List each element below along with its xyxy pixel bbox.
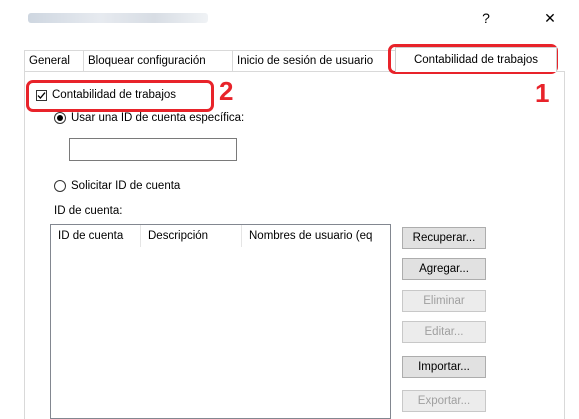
column-header-description[interactable]: Descripción xyxy=(141,225,242,247)
job-accounting-checkbox[interactable] xyxy=(36,89,47,101)
import-button[interactable]: Importar... xyxy=(402,356,486,378)
prompt-id-label: Solicitar ID de cuenta xyxy=(71,180,181,192)
prompt-id-radio[interactable] xyxy=(54,180,66,192)
close-button[interactable]: ✕ xyxy=(530,3,570,33)
job-accounting-checkbox-label: Contabilidad de trabajos xyxy=(52,89,177,101)
column-header-user-names[interactable]: Nombres de usuario (eq xyxy=(242,225,390,247)
help-button[interactable]: ? xyxy=(466,3,506,33)
account-id-input[interactable] xyxy=(69,138,237,161)
delete-button[interactable]: Eliminar xyxy=(402,290,486,312)
tab-label: Bloquear configuración xyxy=(88,55,206,67)
tab-general[interactable]: General xyxy=(24,50,84,71)
tab-job-accounting[interactable]: Contabilidad de trabajos xyxy=(395,47,557,72)
account-id-list[interactable]: ID de cuenta Descripción Nombres de usua… xyxy=(50,224,391,419)
tab-lock-settings[interactable]: Bloquear configuración xyxy=(83,50,233,71)
use-specific-id-option[interactable]: Usar una ID de cuenta específica: xyxy=(54,112,244,124)
add-button[interactable]: Agregar... xyxy=(402,258,486,280)
tab-label: Contabilidad de trabajos xyxy=(413,54,539,66)
prompt-id-option[interactable]: Solicitar ID de cuenta xyxy=(54,180,180,192)
tab-label: Inicio de sesión de usuario xyxy=(237,55,374,67)
use-specific-id-radio[interactable] xyxy=(54,112,66,124)
job-accounting-checkbox-row[interactable]: Contabilidad de trabajos xyxy=(36,89,176,101)
column-header-account-id[interactable]: ID de cuenta xyxy=(51,225,141,247)
account-id-list-label: ID de cuenta: xyxy=(54,205,123,217)
retrieve-button[interactable]: Recuperar... xyxy=(402,227,486,249)
tab-user-login[interactable]: Inicio de sesión de usuario xyxy=(232,50,396,71)
callout-number-1: 1 xyxy=(535,78,550,108)
window-title-redacted xyxy=(28,13,208,23)
use-specific-id-label: Usar una ID de cuenta específica: xyxy=(71,112,245,124)
export-button[interactable]: Exportar... xyxy=(402,390,486,412)
callout-number-2: 2 xyxy=(219,76,234,106)
close-icon: ✕ xyxy=(544,9,556,26)
tab-label: General xyxy=(29,55,70,67)
checkmark-icon xyxy=(37,91,46,99)
edit-button[interactable]: Editar... xyxy=(402,321,486,343)
